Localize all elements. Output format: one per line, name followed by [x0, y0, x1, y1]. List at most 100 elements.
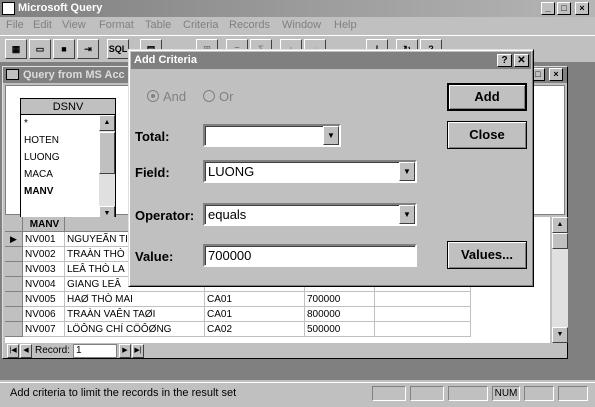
table-box-title: DSNV [21, 99, 115, 115]
menu-format[interactable]: Format [99, 19, 134, 31]
radio-or-label: Or [219, 89, 234, 104]
save-icon[interactable]: ■ [53, 39, 75, 59]
menu-help[interactable]: Help [334, 19, 357, 31]
field-item[interactable]: MACA [21, 166, 99, 183]
table-box-dsnv[interactable]: DSNV * HOTEN LUONG MACA MANV ▲ ▼ [20, 98, 116, 223]
chevron-down-icon[interactable]: ▼ [323, 126, 339, 145]
last-record-icon[interactable]: ▶| [132, 344, 144, 358]
row-selector[interactable] [5, 292, 23, 307]
values-button[interactable]: Values... [447, 241, 527, 269]
table-cell-manv[interactable]: NV004 [23, 277, 65, 292]
record-navigator: |◀ ◀ Record: 1 ▶ ▶| [5, 344, 565, 358]
operator-label: Operator: [135, 208, 195, 223]
new-query-icon[interactable]: ▦ [5, 39, 27, 59]
table-cell-hoten[interactable]: HAØ THÒ MAI [65, 292, 205, 307]
prev-record-icon[interactable]: ◀ [20, 344, 32, 358]
first-record-icon[interactable]: |◀ [7, 344, 19, 358]
record-label: Record: [35, 345, 71, 356]
status-bar: Add criteria to limit the records in the… [0, 382, 595, 402]
grid-scrollbar[interactable]: ▲ ▼ [552, 217, 568, 343]
field-item[interactable]: HOTEN [21, 132, 99, 149]
table-cell-hoten[interactable]: LÖÔNG CHÍ CÖÔØNG [65, 322, 205, 337]
query-close-button[interactable]: × [549, 68, 563, 81]
column-header-manv[interactable]: MANV [23, 217, 65, 232]
menu-table[interactable]: Table [145, 19, 171, 31]
field-item[interactable]: MANV [21, 183, 99, 200]
status-panel [372, 386, 406, 401]
table-cell-luong[interactable]: 500000 [305, 322, 375, 337]
add-criteria-dialog: Add Criteria ? ✕ And Or Total: ▼ Field: … [128, 49, 534, 287]
app-titlebar: Microsoft Query _ □ × [0, 0, 595, 17]
menubar: File Edit View Format Table Criteria Rec… [0, 17, 595, 35]
table-cell-maca[interactable]: CA02 [205, 322, 305, 337]
scroll-thumb[interactable] [99, 132, 115, 174]
field-label: Field: [135, 165, 170, 180]
menu-edit[interactable]: Edit [33, 19, 52, 31]
total-select[interactable]: ▼ [203, 124, 341, 147]
row-selector[interactable] [5, 247, 23, 262]
table-cell-manv[interactable]: NV007 [23, 322, 65, 337]
value-input[interactable]: 700000 [203, 244, 417, 267]
row-selector[interactable] [5, 262, 23, 277]
next-record-icon[interactable]: ▶ [119, 344, 131, 358]
table-cell[interactable] [375, 322, 471, 337]
app-icon [2, 2, 15, 15]
current-row-icon[interactable]: ▶ [5, 232, 23, 247]
field-item[interactable]: LUONG [21, 149, 99, 166]
status-message: Add criteria to limit the records in the… [10, 387, 237, 399]
menu-view[interactable]: View [62, 19, 86, 31]
menu-records[interactable]: Records [229, 19, 270, 31]
menu-window[interactable]: Window [282, 19, 321, 31]
return-data-icon[interactable]: ⇥ [77, 39, 99, 59]
operator-select-value: equals [208, 207, 247, 222]
table-cell-luong[interactable]: 700000 [305, 292, 375, 307]
minimize-button[interactable]: _ [541, 2, 555, 15]
field-item[interactable]: * [21, 115, 99, 132]
scroll-up-icon[interactable]: ▲ [99, 115, 115, 131]
table-row[interactable]: NV005 HAØ THÒ MAI CA01 700000 [5, 292, 550, 307]
radio-or[interactable]: Or [203, 89, 233, 104]
grid-scroll-up-icon[interactable]: ▲ [552, 217, 568, 233]
chevron-down-icon[interactable]: ▼ [399, 205, 415, 224]
close-app-button[interactable]: × [575, 2, 589, 15]
table-cell-hoten[interactable]: TRAÀN VAÊN TAØI [65, 307, 205, 322]
table-cell[interactable] [375, 307, 471, 322]
grid-scroll-thumb[interactable] [552, 233, 568, 249]
chevron-down-icon[interactable]: ▼ [399, 162, 415, 181]
table-cell[interactable] [375, 292, 471, 307]
table-row[interactable]: NV007 LÖÔNG CHÍ CÖÔØNG CA02 500000 [5, 322, 550, 337]
table-cell-maca[interactable]: CA01 [205, 292, 305, 307]
row-selector[interactable] [5, 322, 23, 337]
field-select[interactable]: LUONG ▼ [203, 160, 417, 183]
dialog-close-icon[interactable]: ✕ [514, 54, 529, 67]
field-list-scrollbar[interactable]: ▲ ▼ [99, 115, 115, 222]
num-lock-indicator: NUM [492, 386, 520, 401]
menu-file[interactable]: File [6, 19, 24, 31]
row-selector[interactable] [5, 277, 23, 292]
field-list: * HOTEN LUONG MACA MANV [21, 115, 99, 200]
maximize-button[interactable]: □ [557, 2, 571, 15]
app-title: Microsoft Query [18, 2, 103, 14]
table-cell-manv[interactable]: NV001 [23, 232, 65, 247]
row-selector[interactable] [5, 307, 23, 322]
dialog-title: Add Criteria [134, 54, 197, 66]
menu-criteria[interactable]: Criteria [183, 19, 218, 31]
table-cell-luong[interactable]: 800000 [305, 307, 375, 322]
dialog-help-button[interactable]: ? [497, 54, 512, 67]
radio-and[interactable]: And [147, 89, 186, 104]
record-number-input[interactable]: 1 [73, 344, 117, 358]
table-cell-manv[interactable]: NV006 [23, 307, 65, 322]
sql-button[interactable]: SQL [107, 39, 129, 59]
total-label: Total: [135, 129, 170, 144]
grid-corner[interactable] [5, 217, 23, 232]
grid-scroll-down-icon[interactable]: ▼ [552, 327, 568, 343]
add-button[interactable]: Add [447, 83, 527, 111]
open-icon[interactable]: ▭ [29, 39, 51, 59]
table-cell-maca[interactable]: CA01 [205, 307, 305, 322]
table-cell-manv[interactable]: NV005 [23, 292, 65, 307]
table-row[interactable]: NV006 TRAÀN VAÊN TAØI CA01 800000 [5, 307, 550, 322]
close-button[interactable]: Close [447, 121, 527, 149]
operator-select[interactable]: equals ▼ [203, 203, 417, 226]
table-cell-manv[interactable]: NV002 [23, 247, 65, 262]
table-cell-manv[interactable]: NV003 [23, 262, 65, 277]
